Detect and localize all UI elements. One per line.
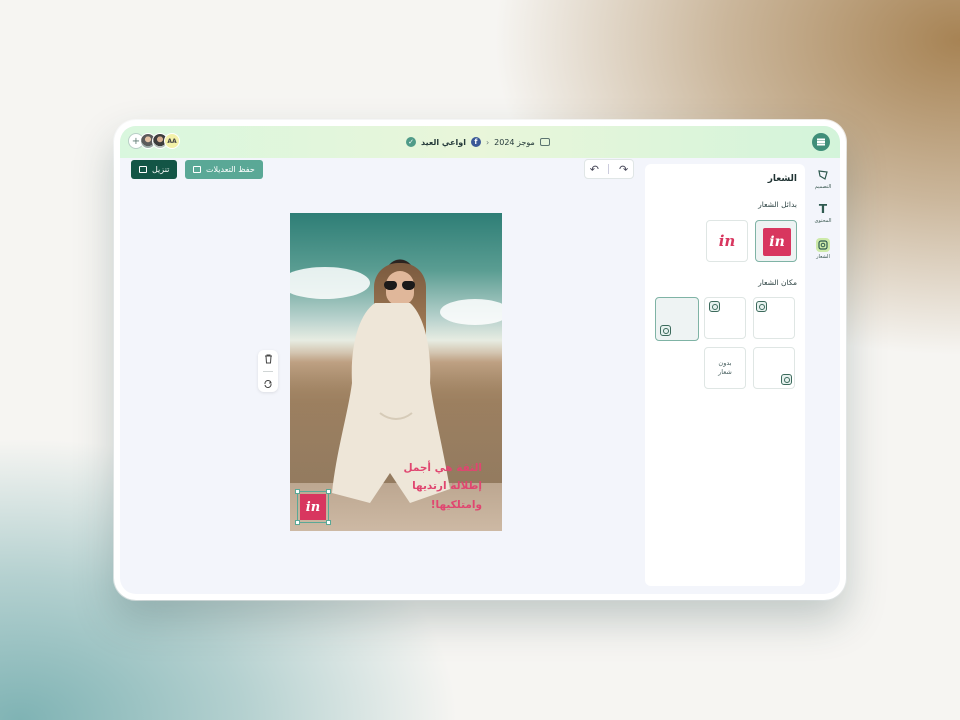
breadcrumb-folder[interactable]: موجز 2024 bbox=[494, 138, 535, 147]
side-rail: التصميم T المحتوى الشعار bbox=[806, 158, 840, 594]
hamburger-icon[interactable] bbox=[812, 133, 830, 151]
selected-brand-logo[interactable]: in bbox=[297, 491, 329, 523]
quote-text[interactable]: الثقة هي أجمل إطلالة ارتديها وامتلكيها! bbox=[403, 459, 482, 514]
undo-icon[interactable]: ↶ bbox=[590, 163, 599, 176]
design-icon bbox=[816, 168, 830, 182]
save-icon bbox=[193, 166, 201, 173]
divider bbox=[608, 164, 610, 174]
position-label: مكان الشعار bbox=[758, 278, 797, 287]
app-window: + AA ✓ اواعي العيد f › موجز 2024 التصميم… bbox=[120, 126, 840, 594]
divider bbox=[263, 370, 273, 372]
logo-panel: الشعار بدائل الشعار in in مكان الشعار بد… bbox=[645, 164, 805, 586]
replace-image-icon[interactable] bbox=[263, 379, 273, 389]
text-icon: T bbox=[818, 202, 828, 216]
quote-line: إطلالة ارتديها bbox=[412, 480, 482, 493]
design-canvas[interactable]: الثقة هي أجمل إطلالة ارتديها وامتلكيها! … bbox=[290, 213, 502, 531]
chevron-right-icon: › bbox=[485, 137, 490, 147]
undo-redo-group: ↶ ↷ bbox=[584, 159, 634, 179]
alternatives-label: بدائل الشعار bbox=[758, 200, 797, 209]
save-label: حفظ التعديلات bbox=[206, 165, 255, 174]
no-logo-label: بدون شعار bbox=[718, 358, 732, 376]
position-no-logo[interactable]: بدون شعار bbox=[704, 347, 746, 389]
check-circle-icon: ✓ bbox=[406, 137, 416, 147]
logo-marker-icon bbox=[781, 374, 792, 385]
rail-item-content[interactable]: T المحتوى bbox=[806, 202, 840, 224]
resize-handle[interactable] bbox=[295, 489, 300, 494]
breadcrumb: ✓ اواعي العيد f › موجز 2024 bbox=[406, 135, 550, 149]
download-button[interactable]: تنزيل bbox=[131, 160, 178, 179]
quote-line: الثقة هي أجمل bbox=[403, 462, 482, 474]
panel-title: الشعار bbox=[767, 174, 797, 184]
quote-line: وامتلكيها! bbox=[430, 498, 482, 511]
brand-logo: in bbox=[763, 228, 791, 256]
resize-handle[interactable] bbox=[326, 489, 331, 494]
sunglasses bbox=[384, 281, 416, 290]
position-bottom-right[interactable] bbox=[753, 347, 795, 389]
position-bottom-left[interactable] bbox=[655, 297, 699, 341]
avatar-initials[interactable]: AA bbox=[164, 133, 180, 149]
rail-item-logo[interactable]: الشعار bbox=[806, 238, 840, 260]
save-changes-button[interactable]: حفظ التعديلات bbox=[185, 160, 263, 179]
folder-icon bbox=[539, 138, 550, 146]
top-bar: + AA ✓ اواعي العيد f › موجز 2024 bbox=[120, 126, 840, 158]
redo-icon[interactable]: ↷ bbox=[619, 163, 628, 176]
rail-item-design[interactable]: التصميم bbox=[806, 168, 840, 190]
rail-item-label: الشعار bbox=[816, 254, 830, 260]
position-top-right[interactable] bbox=[753, 297, 795, 339]
collaborators: + AA bbox=[128, 133, 180, 149]
brand-logo: in bbox=[718, 232, 736, 250]
facebook-icon: f bbox=[470, 137, 481, 147]
resize-handle[interactable] bbox=[295, 520, 300, 525]
trash-icon[interactable] bbox=[264, 354, 273, 364]
rail-item-label: المحتوى bbox=[814, 218, 832, 224]
cloud bbox=[290, 267, 370, 299]
logo-marker-icon bbox=[709, 301, 720, 312]
logo-marker-icon bbox=[660, 325, 671, 336]
download-label: تنزيل bbox=[152, 165, 170, 174]
resize-handle[interactable] bbox=[326, 520, 331, 525]
logo-marker-icon bbox=[756, 301, 767, 312]
logo-option-text[interactable]: in bbox=[706, 220, 748, 262]
download-icon bbox=[139, 166, 147, 173]
breadcrumb-project[interactable]: اواعي العيد bbox=[421, 138, 466, 147]
rail-item-label: التصميم bbox=[814, 184, 832, 190]
position-top-left[interactable] bbox=[704, 297, 746, 339]
logo-option-filled[interactable]: in bbox=[755, 220, 797, 262]
element-tools bbox=[258, 350, 278, 392]
logo-icon bbox=[816, 238, 830, 252]
